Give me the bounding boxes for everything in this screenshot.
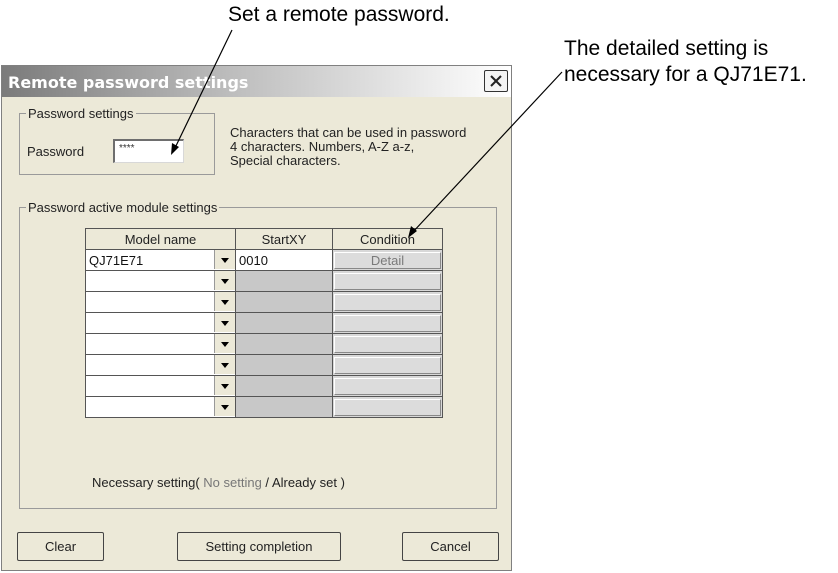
setting-completion-button[interactable]: Setting completion	[177, 532, 341, 561]
condition-button[interactable]	[334, 335, 441, 353]
legend-prefix: Necessary setting(	[92, 475, 200, 490]
condition-cell	[332, 291, 443, 313]
model-name-select[interactable]	[85, 396, 236, 418]
table-row	[85, 333, 443, 355]
startxy-field[interactable]	[235, 291, 333, 313]
dropdown-arrow-icon[interactable]	[214, 313, 235, 332]
password-hint: Characters that can be used in password …	[230, 126, 500, 168]
condition-button[interactable]	[334, 356, 441, 374]
legend-no-setting: No setting	[199, 475, 266, 490]
table-row	[85, 354, 443, 376]
condition-cell	[332, 375, 443, 397]
close-button[interactable]	[484, 70, 508, 92]
password-label: Password	[27, 144, 85, 159]
hint-line-3: Special characters.	[230, 153, 341, 168]
dropdown-arrow-icon[interactable]	[214, 250, 235, 269]
annotation-set-password: Set a remote password.	[228, 3, 450, 26]
detail-button[interactable]: Detail	[334, 251, 441, 269]
table-row: QJ71E71 0010 Detail	[85, 249, 443, 271]
model-name-value: QJ71E71	[89, 253, 144, 268]
startxy-value: 0010	[239, 253, 268, 268]
startxy-field[interactable]	[235, 312, 333, 334]
dropdown-arrow-icon[interactable]	[214, 334, 235, 353]
table-row	[85, 291, 443, 313]
dropdown-arrow-icon[interactable]	[214, 376, 235, 395]
remote-password-dialog: Remote password settings Password settin…	[1, 65, 512, 571]
legend-suffix: )	[336, 475, 345, 490]
dialog-title: Remote password settings	[8, 73, 249, 92]
condition-cell	[332, 270, 443, 292]
table-header-row: Model name StartXY Condition	[85, 228, 443, 250]
password-settings-legend: Password settings	[26, 106, 136, 121]
condition-button[interactable]	[334, 293, 441, 311]
condition-cell	[332, 312, 443, 334]
model-name-select[interactable]: QJ71E71	[85, 249, 236, 271]
close-icon	[490, 75, 502, 87]
hint-line-1: Characters that can be used in password	[230, 125, 467, 140]
dropdown-arrow-icon[interactable]	[214, 355, 235, 374]
module-table: Model name StartXY Condition QJ71E71 001…	[85, 228, 443, 418]
model-name-select[interactable]	[85, 333, 236, 355]
condition-cell	[332, 354, 443, 376]
condition-cell: Detail	[332, 249, 443, 271]
title-bar: Remote password settings	[2, 66, 511, 97]
cancel-button[interactable]: Cancel	[402, 532, 499, 561]
necessary-setting-legend: Necessary setting( No setting / Already …	[92, 475, 345, 490]
clear-button[interactable]: Clear	[17, 532, 104, 561]
condition-cell	[332, 333, 443, 355]
startxy-field[interactable]: 0010	[235, 249, 333, 271]
column-header-model: Model name	[85, 228, 236, 250]
condition-button[interactable]	[334, 314, 441, 332]
dropdown-arrow-icon[interactable]	[214, 292, 235, 311]
module-settings-legend: Password active module settings	[26, 200, 220, 215]
startxy-field[interactable]	[235, 270, 333, 292]
annotation-detail-line1: The detailed setting is	[564, 37, 769, 60]
table-row	[85, 396, 443, 418]
model-name-select[interactable]	[85, 375, 236, 397]
column-header-startxy: StartXY	[235, 228, 333, 250]
table-row	[85, 270, 443, 292]
table-row	[85, 312, 443, 334]
table-row	[85, 375, 443, 397]
condition-button[interactable]	[334, 377, 441, 395]
column-header-condition: Condition	[332, 228, 443, 250]
model-name-select[interactable]	[85, 270, 236, 292]
model-name-select[interactable]	[85, 312, 236, 334]
condition-button[interactable]	[334, 398, 441, 416]
model-name-select[interactable]	[85, 354, 236, 376]
startxy-field[interactable]	[235, 354, 333, 376]
hint-line-2: 4 characters. Numbers, A-Z a-z,	[230, 139, 415, 154]
dropdown-arrow-icon[interactable]	[214, 397, 235, 416]
password-input[interactable]: ****	[113, 139, 184, 163]
startxy-field[interactable]	[235, 333, 333, 355]
startxy-field[interactable]	[235, 396, 333, 418]
condition-cell	[332, 396, 443, 418]
condition-button[interactable]	[334, 272, 441, 290]
dropdown-arrow-icon[interactable]	[214, 271, 235, 290]
legend-already-set: Already set	[271, 475, 337, 490]
startxy-field[interactable]	[235, 375, 333, 397]
model-name-select[interactable]	[85, 291, 236, 313]
annotation-detail-line2: necessary for a QJ71E71.	[564, 63, 807, 86]
